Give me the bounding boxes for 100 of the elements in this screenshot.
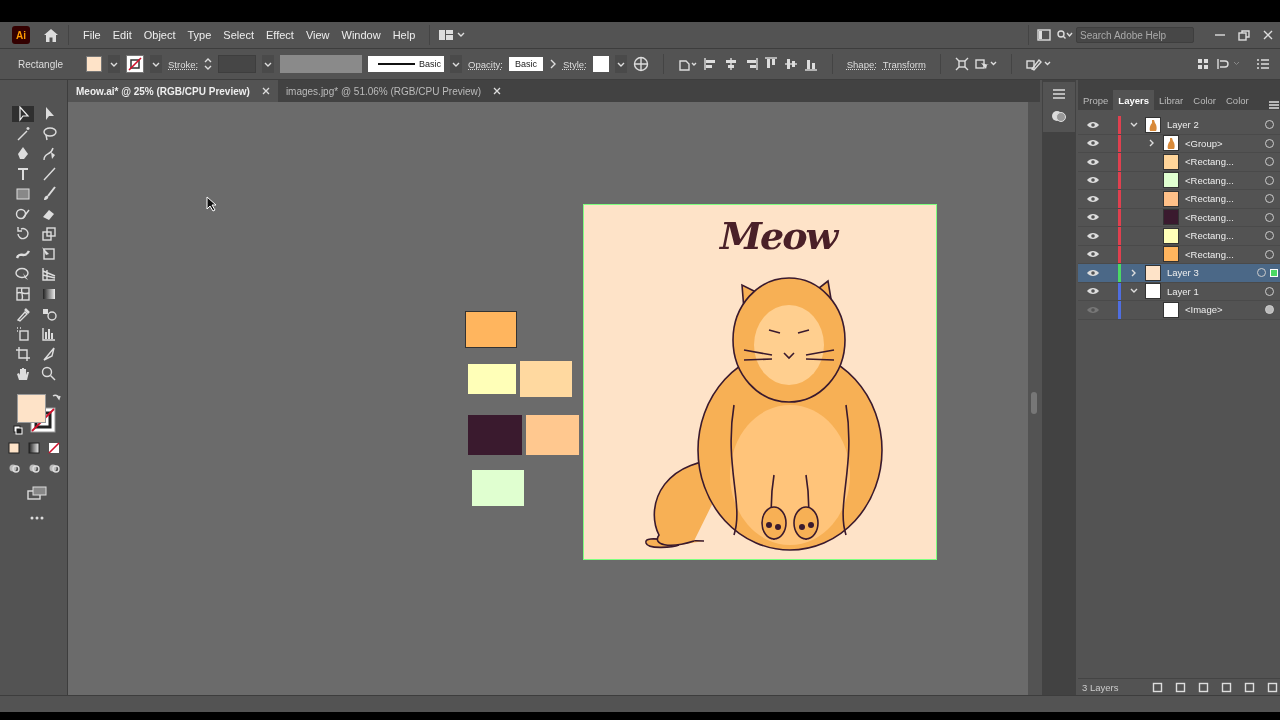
- layer-name[interactable]: <Image>: [1185, 304, 1265, 316]
- mesh-icon[interactable]: [15, 286, 31, 302]
- align-center-icon[interactable]: [723, 57, 738, 71]
- align-to-icon[interactable]: [677, 57, 698, 71]
- home-icon[interactable]: [42, 27, 60, 43]
- align-left-icon[interactable]: [703, 57, 718, 71]
- eye-icon[interactable]: [1086, 213, 1100, 222]
- free-transform-icon[interactable]: [41, 246, 57, 262]
- eye-icon[interactable]: [1086, 139, 1100, 148]
- pen-curve-icon[interactable]: [41, 146, 57, 162]
- rectangle-icon[interactable]: [15, 186, 31, 202]
- restore-icon[interactable]: [1237, 29, 1251, 41]
- variable-width-field[interactable]: [280, 55, 363, 73]
- panel-menu-icon[interactable]: [1256, 58, 1270, 70]
- eyedropper-icon[interactable]: [15, 306, 31, 322]
- hand-icon[interactable]: [15, 366, 31, 382]
- layer-row[interactable]: Layer 1: [1078, 282, 1280, 301]
- eye-icon[interactable]: [1086, 250, 1100, 259]
- chevron-right-icon[interactable]: [1130, 268, 1138, 277]
- distribute-icon[interactable]: [1216, 57, 1242, 71]
- symbol-sprayer-icon[interactable]: [15, 326, 31, 342]
- eye-icon[interactable]: [1086, 176, 1100, 185]
- select-similar-icon[interactable]: [974, 57, 997, 71]
- default-colors-icon[interactable]: [13, 425, 23, 435]
- layer-name[interactable]: Layer 3: [1167, 267, 1257, 279]
- target-circle[interactable]: [1265, 305, 1274, 315]
- screen-mode-icon[interactable]: [27, 486, 47, 500]
- layer-name[interactable]: <Rectang...: [1185, 156, 1265, 168]
- panel-menu-icon[interactable]: [1052, 88, 1066, 100]
- scrollbar-thumb[interactable]: [1031, 392, 1037, 414]
- align-top-icon[interactable]: [763, 57, 778, 71]
- layer-row[interactable]: Layer 2: [1078, 116, 1280, 135]
- stroke-none-swatch[interactable]: [126, 55, 144, 73]
- align-middle-icon[interactable]: [783, 57, 798, 71]
- menu-item[interactable]: Type: [181, 29, 218, 41]
- lasso-icon[interactable]: [41, 126, 57, 142]
- panel-toggle-icon[interactable]: [1037, 29, 1051, 41]
- globe-icon[interactable]: [632, 56, 649, 72]
- draw-inside-icon[interactable]: [48, 462, 60, 474]
- color-mode-icon[interactable]: [8, 442, 20, 454]
- shape-builder-icon[interactable]: [15, 266, 31, 282]
- wand-icon[interactable]: [15, 126, 31, 142]
- eye-icon[interactable]: [1086, 120, 1100, 129]
- blend-icon[interactable]: [41, 306, 57, 322]
- isolate-icon[interactable]: [954, 57, 969, 71]
- dropdown-button[interactable]: [614, 55, 627, 73]
- close-icon[interactable]: [261, 87, 270, 95]
- eye-icon[interactable]: [1086, 287, 1100, 296]
- panel-tab[interactable]: Color: [1221, 90, 1254, 110]
- scale-icon[interactable]: [41, 226, 57, 242]
- opacity-label[interactable]: Opacity:: [468, 58, 503, 70]
- dropdown-button[interactable]: [150, 55, 162, 73]
- gradient-icon[interactable]: [41, 286, 57, 302]
- menu-item[interactable]: File: [77, 29, 107, 41]
- layer-name[interactable]: <Group>: [1185, 137, 1265, 149]
- layer-row[interactable]: <Rectang...: [1078, 190, 1280, 209]
- menu-item[interactable]: Help: [386, 29, 422, 41]
- shape-label[interactable]: Shape:: [846, 58, 877, 70]
- close-icon[interactable]: [1261, 29, 1275, 41]
- rotate-icon[interactable]: [15, 226, 31, 242]
- more-tools-icon[interactable]: [30, 516, 44, 520]
- transform-label[interactable]: Transform: [882, 58, 926, 70]
- gradient-mode-icon[interactable]: [28, 442, 40, 454]
- dropdown-button[interactable]: [450, 55, 463, 73]
- layer-name[interactable]: <Rectang...: [1185, 248, 1265, 260]
- zoom-icon[interactable]: [41, 366, 57, 382]
- layer-name[interactable]: Layer 1: [1167, 285, 1265, 297]
- layer-row[interactable]: Layer 3: [1078, 264, 1280, 283]
- layer-name[interactable]: Layer 2: [1167, 119, 1265, 131]
- close-icon[interactable]: [493, 87, 502, 95]
- eye-icon[interactable]: [1086, 157, 1100, 166]
- panel-menu-icon[interactable]: [1268, 100, 1280, 110]
- layer-name[interactable]: <Rectang...: [1185, 174, 1265, 186]
- align-bottom-icon[interactable]: [803, 57, 818, 71]
- menu-item[interactable]: Edit: [106, 29, 138, 41]
- layer-row[interactable]: <Rectang...: [1078, 153, 1280, 172]
- panel-tab[interactable]: Layers: [1113, 90, 1154, 110]
- none-mode-icon[interactable]: [48, 442, 60, 454]
- stroke-profile-dropdown[interactable]: Basic: [368, 56, 445, 72]
- artboard-icon[interactable]: [15, 346, 31, 362]
- layer-name[interactable]: <Rectang...: [1185, 193, 1265, 205]
- layer-row[interactable]: <Rectang...: [1078, 208, 1280, 227]
- dropdown-button[interactable]: [262, 55, 275, 73]
- arrange-icon[interactable]: [1196, 57, 1210, 71]
- eye-icon[interactable]: [1086, 194, 1100, 203]
- menu-item[interactable]: Window: [335, 29, 387, 41]
- search-field[interactable]: Search Adobe Help: [1076, 27, 1194, 43]
- shaper-icon[interactable]: [15, 206, 31, 222]
- app-logo[interactable]: Ai: [12, 26, 30, 44]
- eye-icon[interactable]: [1086, 231, 1100, 240]
- draw-behind-icon[interactable]: [28, 462, 40, 474]
- stroke-label[interactable]: Stroke:: [168, 58, 199, 70]
- workspace-layout-icon[interactable]: [438, 29, 467, 41]
- chevron-right-icon[interactable]: [548, 59, 557, 69]
- panel-tab[interactable]: Librar: [1154, 90, 1189, 110]
- layer-row[interactable]: <Rectang...: [1078, 227, 1280, 246]
- layer-name[interactable]: <Rectang...: [1185, 211, 1265, 223]
- chevron-right-icon[interactable]: [1148, 139, 1156, 148]
- layer-row[interactable]: <Rectang...: [1078, 171, 1280, 190]
- spinner-icon[interactable]: [204, 57, 213, 71]
